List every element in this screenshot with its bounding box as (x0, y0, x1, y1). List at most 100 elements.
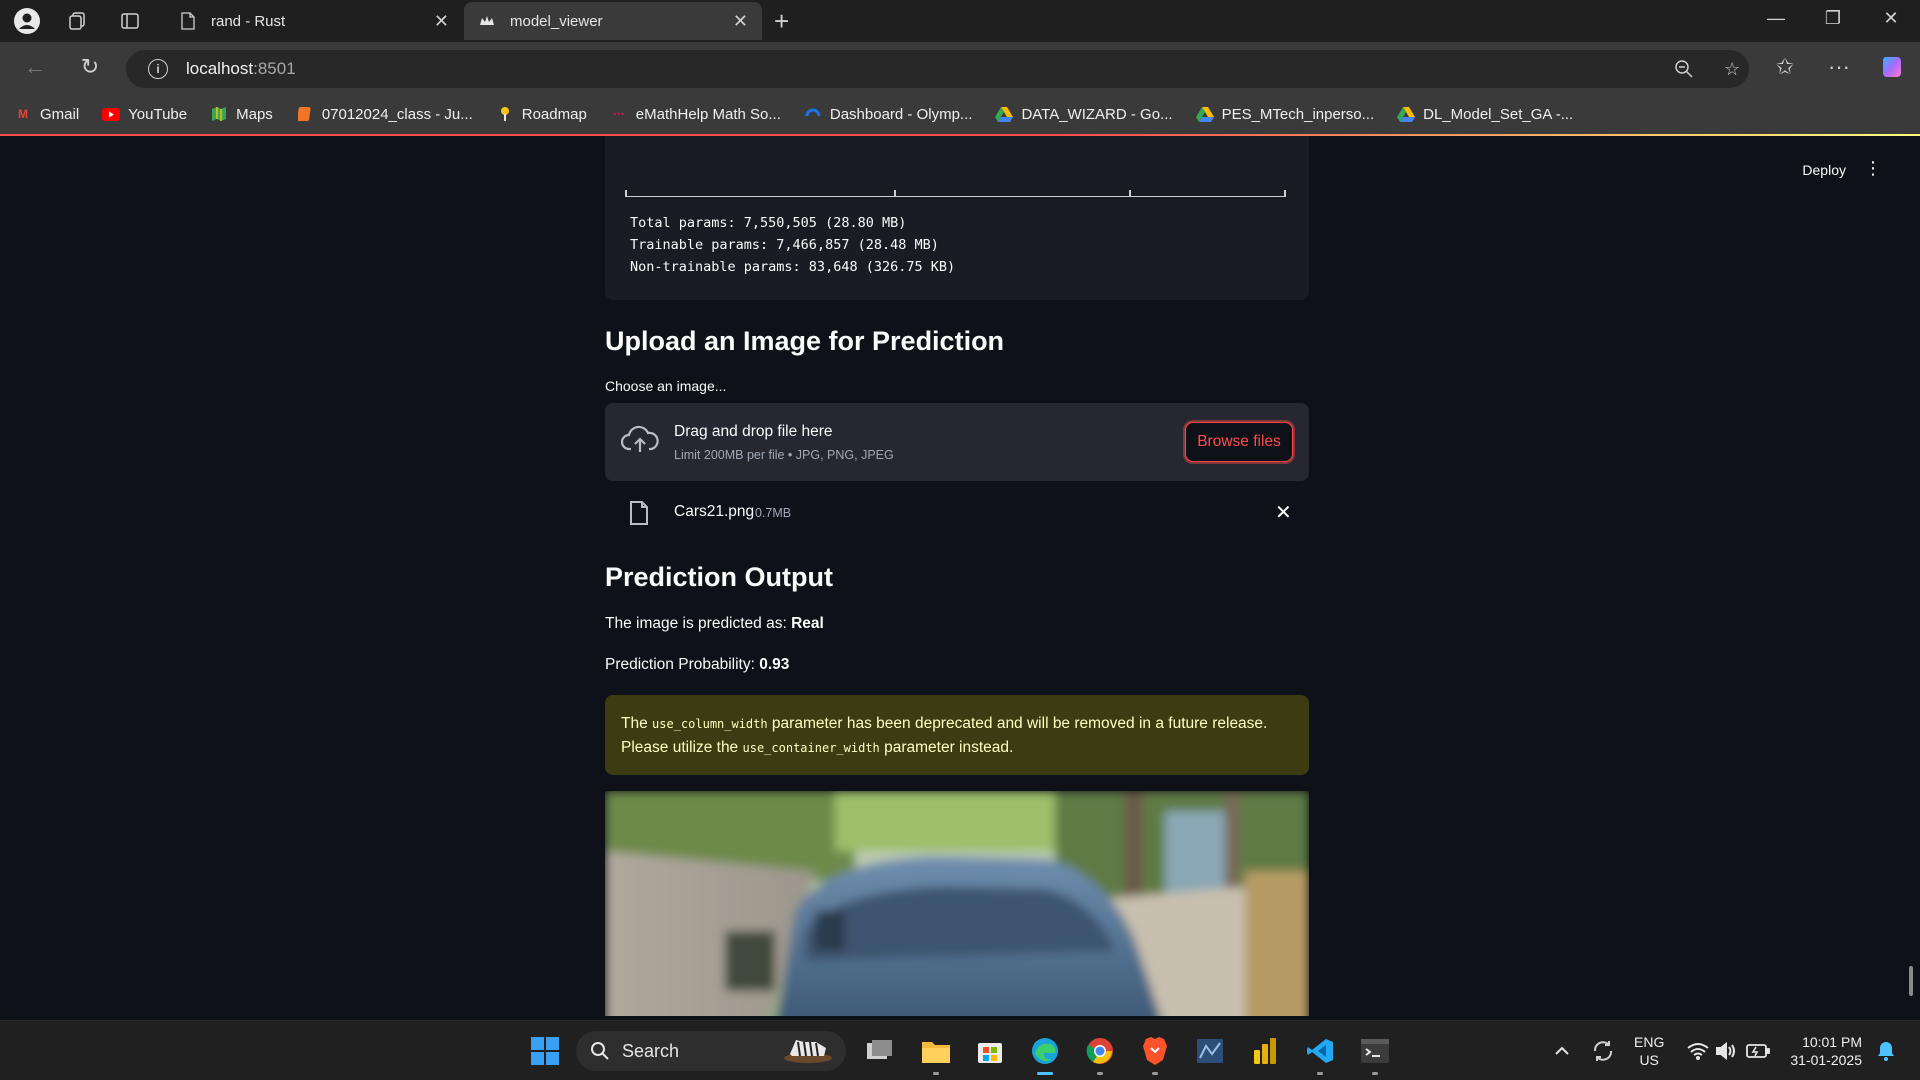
favorite-star-icon[interactable]: ☆ (1724, 50, 1740, 88)
dropzone-title: Drag and drop file here (674, 423, 833, 440)
vertical-tabs-icon[interactable] (115, 6, 145, 36)
main-menu-icon[interactable]: ⋮ (1864, 158, 1882, 179)
minimize-icon[interactable]: — (1761, 8, 1791, 29)
probability-prefix: Prediction Probability: (605, 656, 760, 673)
bookmark-pes-mtech[interactable]: PES_MTech_inperso... (1195, 105, 1375, 123)
file-name: Cars21.png (674, 503, 755, 520)
prediction-probability: Prediction Probability: 0.93 (605, 656, 789, 674)
deploy-button[interactable]: Deploy (1802, 162, 1846, 178)
bookmark-label: Roadmap (521, 105, 587, 123)
close-tab-icon[interactable]: ✕ (733, 11, 748, 32)
site-info-icon[interactable]: i (148, 59, 168, 79)
language-code: ENG (1634, 1034, 1665, 1050)
uploader-label: Choose an image... (605, 378, 727, 394)
running-indicator (1097, 1072, 1103, 1075)
windows-taskbar: Search ENG US 10:01 PM 31-01-2025 (0, 1020, 1920, 1080)
bookmark-youtube[interactable]: YouTube (102, 106, 187, 123)
streamlit-crown-icon (478, 12, 496, 30)
bookmark-label: DL_Model_Set_GA -... (1423, 105, 1574, 123)
prediction-value: Real (791, 615, 824, 632)
battery-icon[interactable] (1740, 1033, 1776, 1069)
notification-bell-icon[interactable] (1868, 1033, 1904, 1069)
zoom-icon[interactable] (1674, 50, 1694, 88)
task-view-icon[interactable] (862, 1033, 898, 1069)
maps-icon (210, 106, 228, 122)
favorites-icon[interactable]: ✩ (1770, 54, 1800, 80)
youtube-icon (102, 106, 121, 122)
google-drive-icon (1195, 106, 1214, 122)
bookmark-data-wizard[interactable]: DATA_WIZARD - Go... (995, 105, 1173, 123)
close-tab-icon[interactable]: ✕ (434, 11, 449, 32)
taskbar-search[interactable]: Search (576, 1031, 846, 1071)
summary-table-tick (1129, 190, 1131, 197)
summary-table-rule (625, 196, 1285, 197)
page-scrollbar[interactable] (1909, 966, 1913, 996)
bookmark-roadmap[interactable]: Roadmap (496, 106, 587, 123)
running-indicator (1372, 1072, 1378, 1075)
volume-icon[interactable] (1708, 1033, 1744, 1069)
bookmark-gmail[interactable]: M Gmail (14, 106, 79, 123)
url-text: localhost:8501 (186, 59, 296, 79)
restore-icon[interactable]: ❐ (1818, 8, 1848, 29)
remove-file-icon[interactable]: ✕ (1275, 500, 1292, 525)
cloud-upload-icon (620, 425, 659, 460)
bookmark-label: 07012024_class - Ju... (321, 105, 473, 123)
close-window-icon[interactable]: ✕ (1876, 8, 1906, 29)
bookmark-label: PES_MTech_inperso... (1221, 105, 1375, 123)
brave-icon[interactable] (1137, 1033, 1173, 1075)
file-dropzone[interactable]: Drag and drop file here Limit 200MB per … (605, 403, 1309, 481)
google-drive-icon (995, 106, 1014, 122)
bookmark-dashboard-olympus[interactable]: Dashboard - Olymp... (804, 105, 973, 123)
url-input[interactable]: i localhost:8501 ☆ (126, 50, 1749, 88)
microsoft-store-icon[interactable] (972, 1033, 1008, 1069)
model-summary-code-block: Total params: 7,550,505 (28.80 MB) Train… (605, 136, 1309, 300)
upload-heading: Upload an Image for Prediction (605, 326, 1005, 356)
power-bi-icon[interactable] (1247, 1033, 1283, 1069)
browse-files-button[interactable]: Browse files (1185, 422, 1293, 462)
bookmark-label: Dashboard - Olymp... (829, 105, 973, 123)
total-params-line: Total params: 7,550,505 (28.80 MB) (630, 215, 907, 231)
windows-start-icon[interactable] (527, 1033, 563, 1069)
file-icon (629, 500, 649, 531)
chrome-icon[interactable] (1082, 1033, 1118, 1075)
profile-avatar-icon[interactable] (12, 6, 42, 36)
warning-code: use_column_width (652, 717, 768, 731)
uploaded-file-row: Cars21.png 0.7MB ✕ (605, 488, 1309, 538)
tableau-icon[interactable] (1192, 1033, 1228, 1069)
system-clock[interactable]: 10:01 PM 31-01-2025 (1782, 1033, 1862, 1069)
streamlit-app: Deploy ⋮ Total params: 7,550,505 (28.80 … (4, 136, 1916, 1016)
dropzone-limit: Limit 200MB per file • JPG, PNG, JPEG (674, 448, 894, 462)
sync-icon[interactable] (1585, 1033, 1621, 1069)
reload-icon[interactable]: ↻ (75, 54, 105, 80)
show-hidden-icons-chevron-icon[interactable] (1544, 1033, 1580, 1069)
new-tab-icon[interactable]: + (774, 6, 789, 37)
copilot-icon[interactable] (1877, 54, 1907, 86)
clock-time: 10:01 PM (1802, 1034, 1862, 1050)
bookmark-emathhelp[interactable]: ⋯ eMathHelp Math So... (610, 106, 781, 123)
emathhelp-icon: ⋯ (612, 107, 625, 121)
tab-model-viewer[interactable]: model_viewer ✕ (464, 2, 762, 40)
deprecation-warning: The use_column_width parameter has been … (605, 695, 1309, 775)
roadmap-icon (496, 106, 514, 122)
bookmark-maps[interactable]: Maps (210, 106, 273, 123)
gmail-icon: M (18, 107, 28, 121)
bookmark-dl-model-set[interactable]: DL_Model_Set_GA -... (1397, 106, 1573, 123)
edge-browser-icon[interactable] (1027, 1033, 1063, 1075)
tab-title: model_viewer (510, 12, 603, 30)
prediction-output-heading: Prediction Output (605, 562, 833, 592)
terminal-icon[interactable] (1357, 1033, 1393, 1075)
input-language-indicator[interactable]: ENG US (1634, 1033, 1664, 1069)
bookmark-label: eMathHelp Math So... (635, 105, 781, 123)
page-icon (179, 12, 197, 30)
back-arrow-icon[interactable]: ← (20, 54, 50, 80)
bookmark-jupyter[interactable]: 07012024_class - Ju... (296, 106, 473, 123)
prediction-result: The image is predicted as: Real (605, 615, 824, 633)
vscode-icon[interactable] (1302, 1033, 1338, 1075)
region-code: US (1639, 1052, 1659, 1068)
bookmark-label: DATA_WIZARD - Go... (1021, 105, 1173, 123)
file-explorer-icon[interactable] (918, 1033, 954, 1075)
search-highlight-zebra-icon (782, 1034, 834, 1069)
tab-rand-rust[interactable]: rand - Rust ✕ (165, 2, 463, 40)
workspaces-icon[interactable] (62, 6, 92, 36)
more-menu-icon[interactable]: ··· (1824, 54, 1854, 80)
